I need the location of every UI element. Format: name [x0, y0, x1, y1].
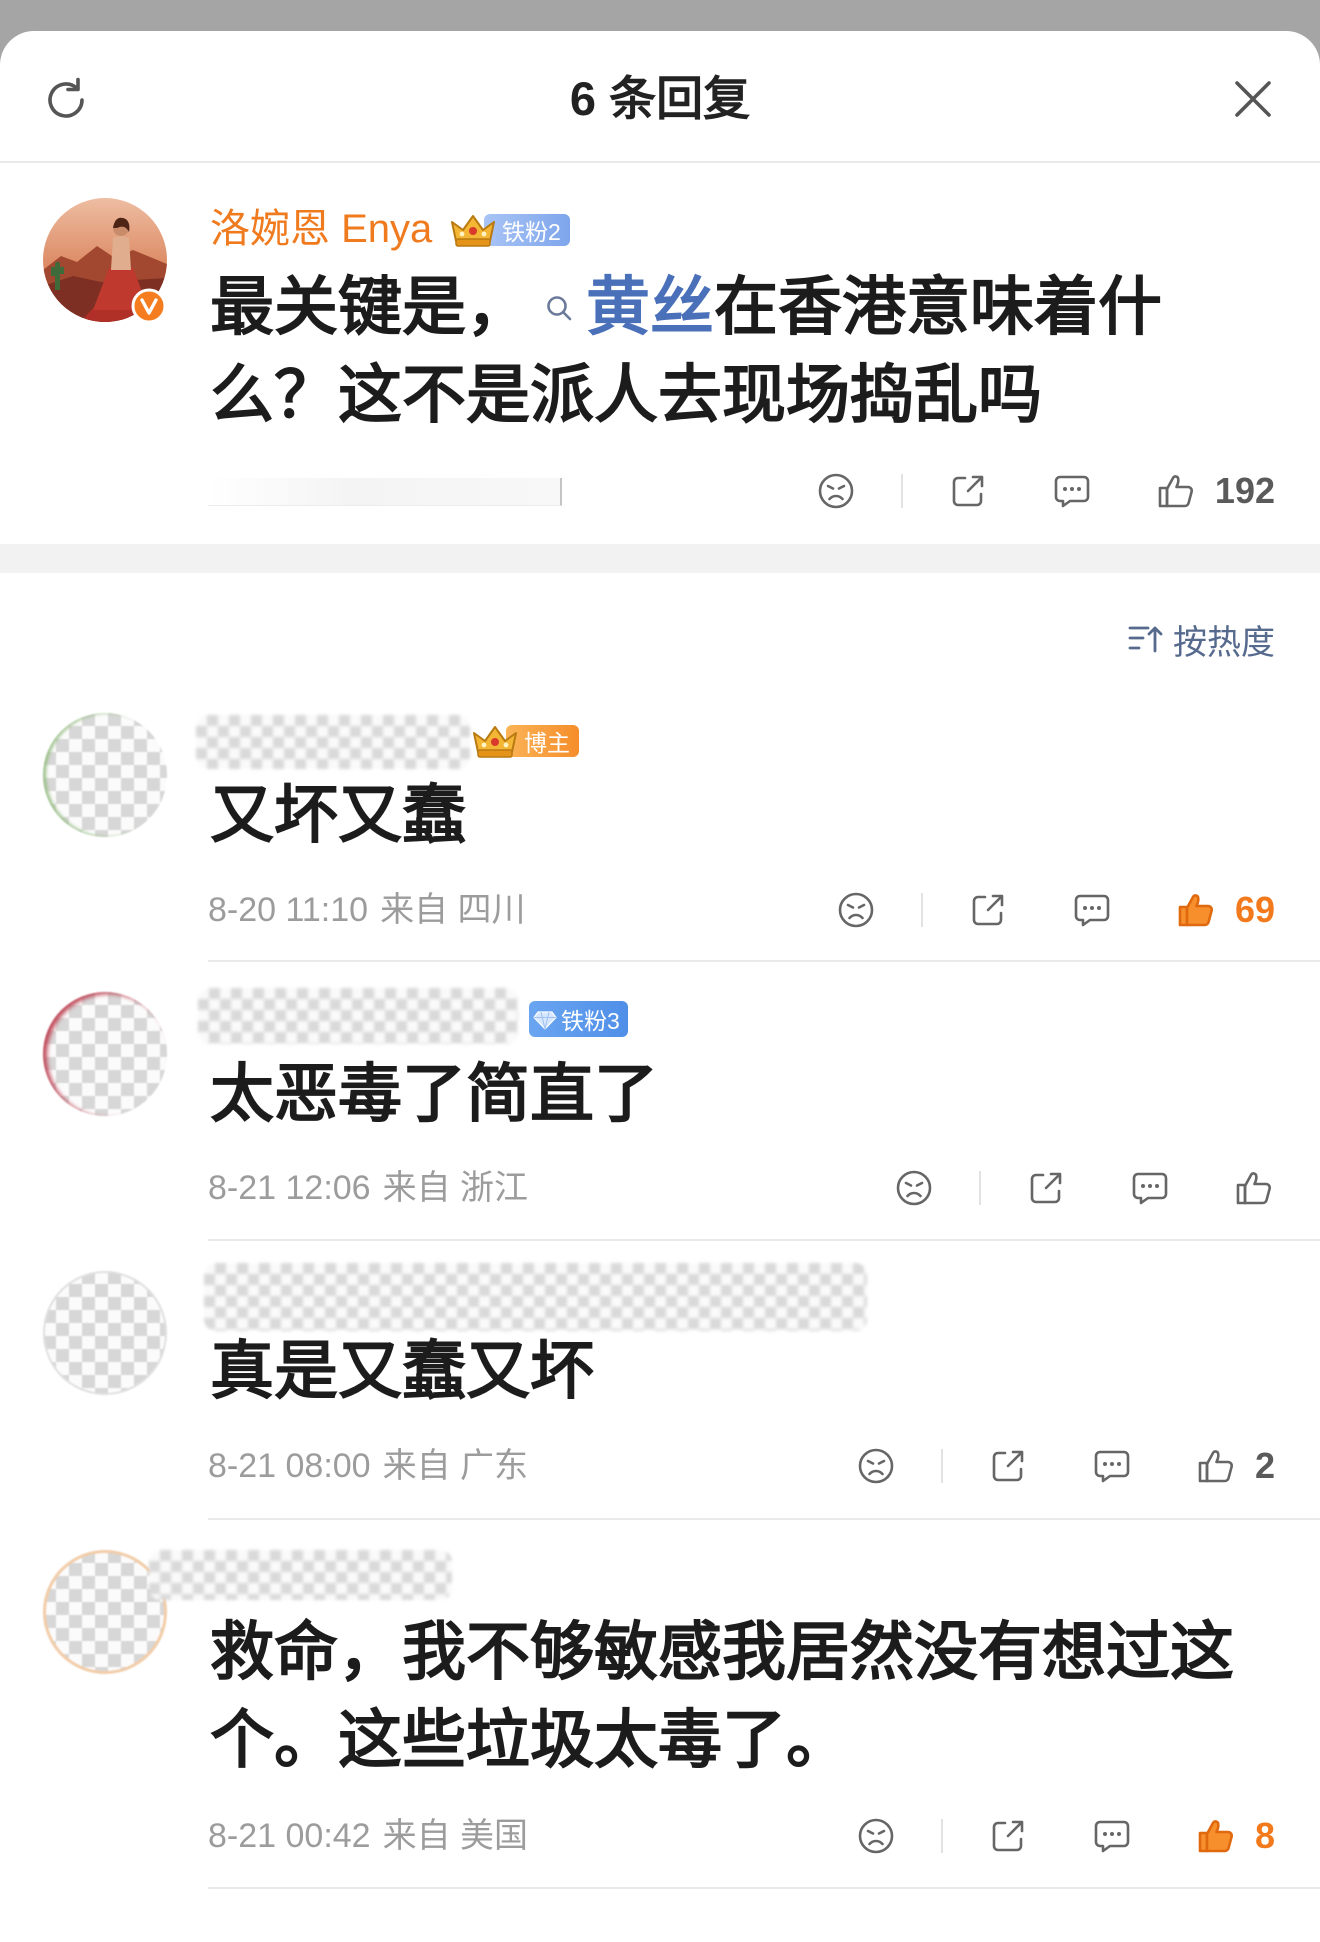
share-icon[interactable] [987, 1815, 1029, 1857]
dislike-face-icon[interactable] [835, 889, 877, 931]
row-divider [208, 1887, 1320, 1889]
avatar[interactable] [43, 713, 167, 837]
close-icon[interactable] [1231, 77, 1275, 121]
row-divider [208, 960, 1320, 962]
reply-meta: 8-21 08:00 来自 广东 [208, 1445, 528, 1487]
thumbs-up-icon [1175, 889, 1217, 931]
share-icon[interactable] [987, 1445, 1029, 1487]
sort-button[interactable]: 按热度 [1127, 619, 1275, 662]
like-button[interactable]: 192 [1155, 470, 1275, 512]
like-button[interactable]: 69 [1175, 889, 1275, 931]
timestamp: 8-21 00:42 [208, 1817, 371, 1855]
timestamp: 8-20 11:10 [208, 891, 369, 929]
reply-meta: 8-21 00:42 来自 美国 [208, 1815, 528, 1857]
fan-level-badge[interactable]: 铁粉2 [448, 210, 570, 250]
sort-icon [1127, 620, 1165, 658]
badge-pill: 铁粉3 [529, 1001, 628, 1037]
section-separator [0, 544, 1320, 573]
fan-level-badge[interactable]: 铁粉3 [529, 1000, 628, 1038]
comment-icon[interactable] [1051, 470, 1093, 512]
diamond-icon [533, 1007, 557, 1031]
dislike-face-icon[interactable] [893, 1167, 935, 1209]
comment-icon[interactable] [1071, 889, 1113, 931]
reply-text: 太恶毒了简直了 [210, 1058, 658, 1132]
timestamp: 8-21 08:00 [208, 1447, 371, 1485]
dislike-face-icon[interactable] [855, 1445, 897, 1487]
topic-link[interactable]: 黄丝 [530, 271, 714, 345]
like-button[interactable]: 2 [1195, 1445, 1275, 1487]
thumbs-up-icon [1195, 1445, 1237, 1487]
dislike-face-icon[interactable] [855, 1815, 897, 1857]
search-icon [544, 293, 576, 325]
reply-meta: 8-20 11:10 来自 四川 [208, 889, 526, 931]
like-button[interactable]: 8 [1195, 1815, 1275, 1857]
username-redacted[interactable] [196, 715, 470, 769]
avatar[interactable] [43, 1271, 167, 1395]
header-divider [0, 161, 1320, 163]
reply-text: 真是又蠢又坏 [210, 1335, 594, 1409]
like-button[interactable] [1233, 1167, 1275, 1209]
comment-icon[interactable] [1091, 1445, 1133, 1487]
comment-icon[interactable] [1091, 1815, 1133, 1857]
sort-label: 按热度 [1173, 623, 1275, 662]
dislike-face-icon[interactable] [815, 470, 857, 512]
row-divider [208, 1518, 1320, 1520]
like-count: 69 [1234, 889, 1275, 930]
like-count: 8 [1254, 1815, 1275, 1856]
action-bar [893, 1167, 1275, 1209]
badge-label: 铁粉3 [561, 1008, 620, 1034]
share-icon[interactable] [967, 889, 1009, 931]
thumbs-up-icon [1155, 470, 1197, 512]
location: 来自 浙江 [382, 1169, 529, 1207]
comment-text-part: 最关键是， [210, 271, 530, 345]
row-divider [208, 1239, 1320, 1241]
username-redacted[interactable] [149, 1550, 452, 1600]
action-divider [940, 1449, 943, 1483]
action-divider [920, 893, 923, 927]
action-divider [900, 474, 903, 508]
timestamp: 8-21 12:06 [208, 1169, 371, 1207]
username[interactable]: 洛婉恩 Enya [210, 204, 432, 254]
location: 来自 广东 [382, 1447, 529, 1485]
share-icon[interactable] [947, 470, 989, 512]
verified-v-icon [131, 288, 167, 324]
username-redacted[interactable] [204, 1263, 867, 1331]
author-badge[interactable]: 博主 [470, 721, 579, 761]
crown-icon [448, 210, 498, 250]
username-redacted[interactable] [198, 988, 518, 1044]
comment-text: 最关键是， 黄丝在香港意味着什么？这不是派人去现场捣乱吗 [210, 264, 1260, 440]
crown-icon [470, 721, 520, 761]
redacted-meta [208, 478, 562, 506]
like-count: 192 [1214, 470, 1275, 511]
avatar[interactable] [43, 992, 167, 1116]
thumbs-up-icon [1195, 1815, 1237, 1857]
action-divider [979, 1171, 981, 1205]
action-bar: 2 [855, 1445, 1275, 1487]
topic-link-label: 黄丝 [586, 271, 714, 345]
action-bar: 69 [835, 889, 1275, 931]
replies-sheet: 6 条回复 洛婉恩 Enya 铁粉2 最关键是， 黄丝在香港意味着什么？这不是派… [0, 31, 1320, 1942]
location: 来自 四川 [380, 891, 526, 929]
like-count: 2 [1254, 1445, 1275, 1486]
reply-meta: 8-21 12:06 来自 浙江 [208, 1167, 528, 1209]
reply-text: 又坏又蠢 [210, 779, 466, 853]
reply-text: 救命，我不够敏感我居然没有想过这个。这些垃圾太毒了。 [210, 1616, 1234, 1778]
share-icon[interactable] [1025, 1167, 1067, 1209]
sheet-title: 6 条回复 [569, 72, 751, 125]
action-bar: 8 [855, 1815, 1275, 1857]
action-bar: 192 [815, 470, 1275, 512]
location: 来自 美国 [382, 1817, 529, 1855]
comment-icon[interactable] [1129, 1167, 1171, 1209]
action-divider [940, 1819, 943, 1853]
thumbs-up-icon [1233, 1167, 1275, 1209]
